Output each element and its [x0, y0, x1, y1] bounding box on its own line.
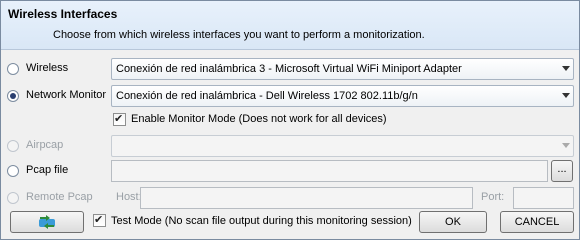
host-input[interactable] — [140, 187, 473, 209]
remote-pcap-row: Remote Pcap Host: Port: — [1, 187, 579, 209]
dialog-subtitle: Choose from which wireless interfaces yo… — [53, 29, 425, 41]
test-mode-checkbox[interactable] — [93, 213, 106, 227]
airpcap-label: Airpcap — [26, 139, 64, 151]
pcap-file-radio[interactable] — [7, 165, 19, 177]
network-monitor-select-value: Conexión de red inalámbrica - Dell Wirel… — [116, 90, 418, 102]
refresh-button[interactable] — [10, 211, 84, 233]
remote-pcap-label: Remote Pcap — [26, 191, 93, 203]
airpcap-row: Airpcap — [1, 135, 579, 157]
wireless-select[interactable]: Conexión de red inalámbrica 3 - Microsof… — [111, 58, 574, 80]
port-input[interactable] — [513, 187, 574, 209]
dialog-title: Wireless Interfaces — [8, 7, 118, 21]
network-monitor-row: Network Monitor Conexión de red inalámbr… — [1, 85, 579, 107]
wireless-label: Wireless — [26, 62, 69, 74]
pcap-file-row: Pcap file ... — [1, 160, 579, 182]
refresh-icon — [39, 215, 55, 229]
pcap-file-input[interactable] — [111, 160, 548, 182]
remote-pcap-radio[interactable] — [7, 192, 19, 204]
network-monitor-label: Network Monitor — [26, 89, 107, 101]
enable-monitor-mode-checkbox[interactable] — [113, 112, 126, 126]
network-monitor-select[interactable]: Conexión de red inalámbrica - Dell Wirel… — [111, 85, 574, 107]
port-label: Port: — [481, 191, 505, 203]
wireless-interfaces-dialog: Wireless Interfaces Choose from which wi… — [0, 0, 580, 240]
enable-monitor-mode-label: Enable Monitor Mode (Does not work for a… — [131, 113, 387, 125]
chevron-down-icon — [562, 93, 570, 98]
network-monitor-radio[interactable] — [7, 90, 19, 102]
airpcap-radio[interactable] — [7, 140, 19, 152]
wireless-radio[interactable] — [7, 63, 19, 75]
wireless-select-value: Conexión de red inalámbrica 3 - Microsof… — [116, 63, 462, 75]
dialog-header: Wireless Interfaces Choose from which wi… — [1, 1, 579, 50]
airpcap-select[interactable] — [111, 135, 574, 157]
wireless-row: Wireless Conexión de red inalámbrica 3 -… — [1, 58, 579, 80]
enable-monitor-mode-row: Enable Monitor Mode (Does not work for a… — [1, 111, 579, 133]
ok-button[interactable]: OK — [419, 211, 487, 233]
chevron-down-icon — [562, 143, 570, 148]
browse-button[interactable]: ... — [551, 160, 573, 182]
host-label: Host: — [116, 191, 142, 203]
pcap-file-label: Pcap file — [26, 164, 69, 176]
chevron-down-icon — [562, 66, 570, 71]
cancel-button[interactable]: CANCEL — [500, 211, 574, 233]
test-mode-label: Test Mode (No scan file output during th… — [111, 215, 412, 227]
